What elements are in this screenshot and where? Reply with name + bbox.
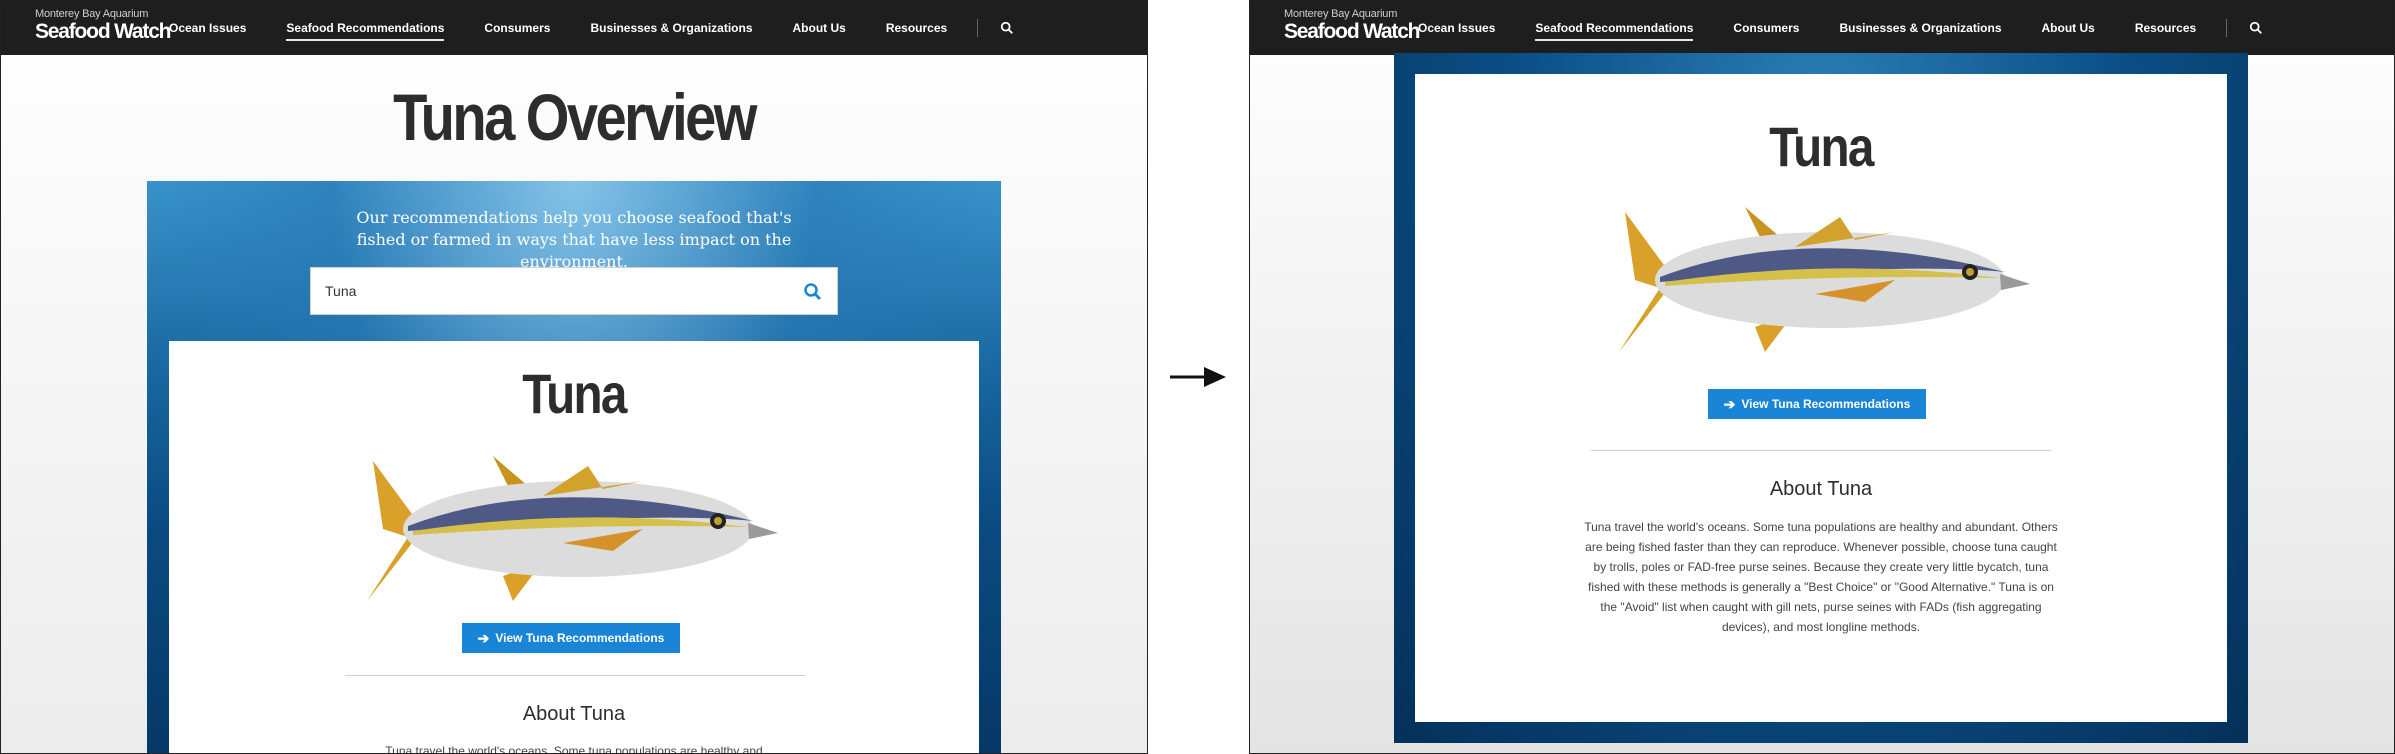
screenshot-after: Monterey Bay Aquarium Seafood Watch Ocea… [1249,0,2395,754]
search-icon[interactable] [1000,21,1014,35]
view-tuna-recommendations-button[interactable]: ➔ View Tuna Recommendations [1708,389,1926,419]
arrow-right-icon: ➔ [477,629,490,646]
cta-label: View Tuna Recommendations [495,631,665,645]
tuna-fish-illustration [367,456,778,601]
top-navbar: Monterey Bay Aquarium Seafood Watch Ocea… [1250,1,2394,55]
search-icon[interactable] [803,282,823,302]
about-text: Tuna travel the world's oceans. Some tun… [385,744,763,754]
logo-subtitle: Monterey Bay Aquarium [1284,8,1398,20]
site-logo[interactable]: Monterey Bay Aquarium Seafood Watch [35,8,171,43]
logo-subtitle: Monterey Bay Aquarium [35,8,149,20]
page-title: Tuna Overview [393,80,757,154]
cta-label: View Tuna Recommendations [1741,397,1911,411]
nav-item-about-us[interactable]: About Us [793,21,846,35]
logo-title: Seafood Watch [1284,20,1420,43]
site-logo[interactable]: Monterey Bay Aquarium Seafood Watch [1284,8,1420,43]
main-nav: Ocean Issues Seafood Recommendations Con… [1418,1,2263,55]
nav-divider [2226,19,2228,37]
view-tuna-recommendations-button[interactable]: ➔ View Tuna Recommendations [462,623,680,653]
nav-item-ocean-issues[interactable]: Ocean Issues [169,21,246,35]
tuna-fish-illustration [1619,207,2030,352]
comparison-stage: Monterey Bay Aquarium Seafood Watch Ocea… [0,0,2395,754]
nav-item-seafood-recommendations[interactable]: Seafood Recommendations [286,21,445,41]
top-navbar: Monterey Bay Aquarium Seafood Watch Ocea… [1,1,1147,55]
about-text: Tuna travel the world's oceans. Some tun… [1584,520,2058,634]
main-nav: Ocean Issues Seafood Recommendations Con… [169,1,1014,55]
nav-item-ocean-issues[interactable]: Ocean Issues [1418,21,1495,35]
nav-divider [977,19,979,37]
species-search-input[interactable]: Tuna [310,267,838,315]
arrow-right-icon: ➔ [1723,395,1736,412]
transition-arrow-icon [1170,367,1226,387]
search-input-value: Tuna [325,283,357,299]
card-divider [345,675,805,676]
species-card: Tuna ➔ View Tuna Recommendations About T… [169,341,979,754]
nav-item-seafood-recommendations[interactable]: Seafood Recommendations [1535,21,1694,41]
nav-item-resources[interactable]: Resources [2135,21,2196,35]
nav-item-businesses[interactable]: Businesses & Organizations [1839,21,2001,35]
nav-item-consumers[interactable]: Consumers [484,21,550,35]
hero-tagline: Our recommendations help you choose seaf… [356,208,792,271]
hero-banner: Our recommendations help you choose seaf… [147,181,1001,754]
nav-item-resources[interactable]: Resources [886,21,947,35]
nav-item-consumers[interactable]: Consumers [1733,21,1799,35]
search-icon[interactable] [2249,21,2263,35]
about-title: About Tuna [1769,478,1873,500]
about-title: About Tuna [522,703,626,725]
screenshot-before: Monterey Bay Aquarium Seafood Watch Ocea… [0,0,1148,754]
logo-title: Seafood Watch [35,20,171,43]
hero-banner: Tuna ➔ View Tuna Recommendations About T… [1394,53,2248,743]
species-card: Tuna ➔ View Tuna Recommendations About T… [1415,74,2227,722]
species-title: Tuna [1769,115,1874,178]
nav-item-about-us[interactable]: About Us [2042,21,2095,35]
species-title: Tuna [522,362,627,425]
card-divider [1591,450,2051,451]
nav-item-businesses[interactable]: Businesses & Organizations [590,21,752,35]
